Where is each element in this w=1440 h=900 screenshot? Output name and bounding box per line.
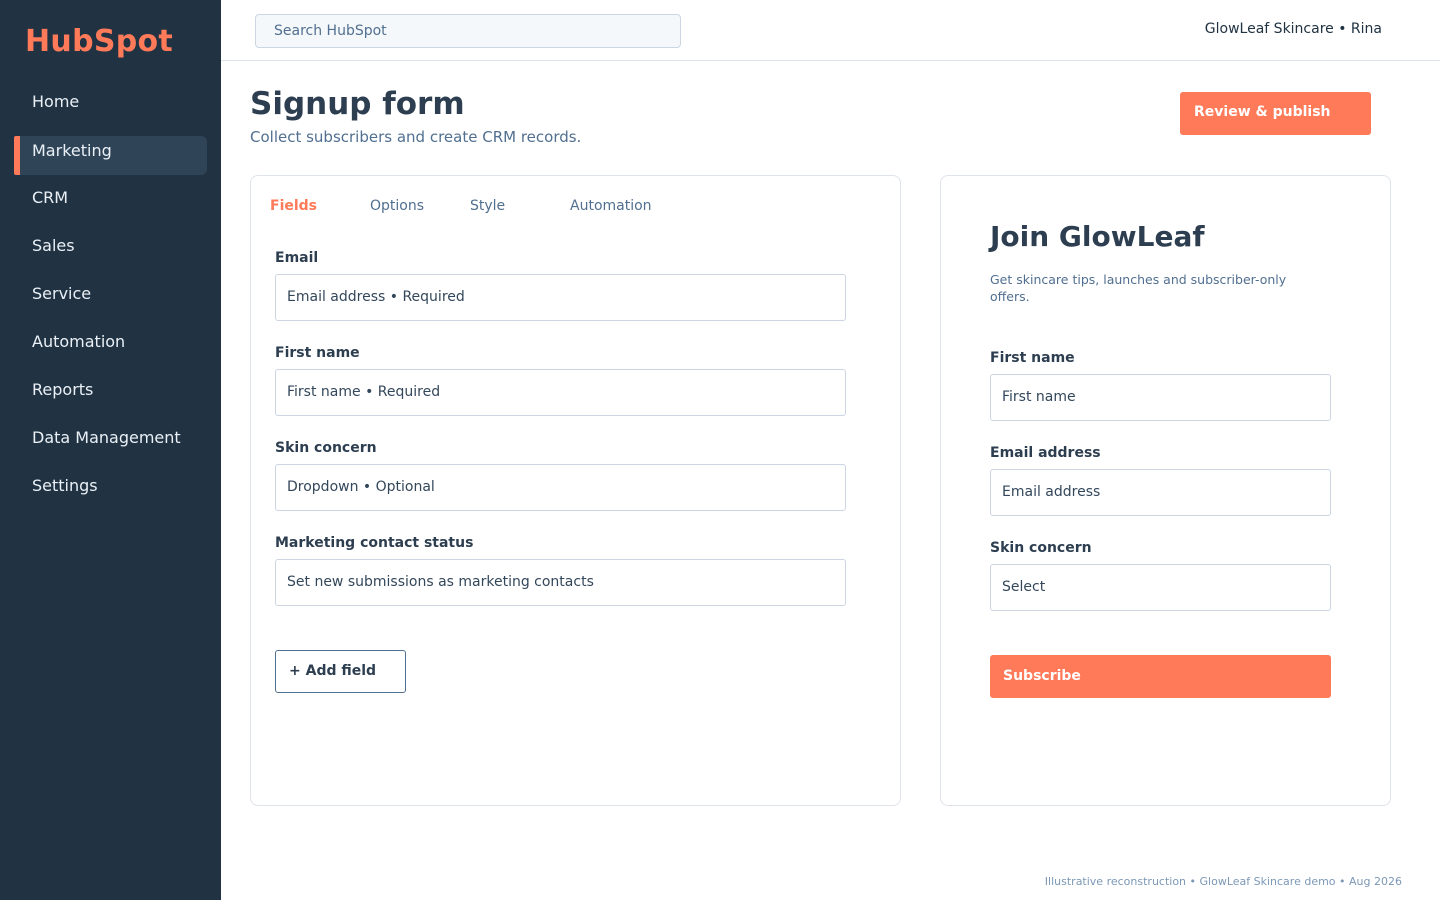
field-row-first-name[interactable]: First name • Required xyxy=(275,369,846,416)
sidebar-item-label: Service xyxy=(32,284,92,303)
sidebar-item-settings[interactable]: Settings xyxy=(14,466,207,505)
field-row-marketing-status[interactable]: Set new submissions as marketing contact… xyxy=(275,559,846,606)
field-summary: First name • Required xyxy=(287,384,441,400)
preview-skin-concern-select[interactable]: Select xyxy=(990,564,1331,611)
top-bar: GlowLeaf Skincare • Rina xyxy=(221,0,1440,61)
preview-label-first-name: First name xyxy=(990,350,1075,366)
subscribe-button[interactable]: Subscribe xyxy=(990,655,1331,698)
tab-fields[interactable]: Fields xyxy=(270,198,317,214)
preview-title: Join GlowLeaf xyxy=(990,220,1205,253)
tab-automation[interactable]: Automation xyxy=(570,198,652,214)
sidebar-item-label: Data Management xyxy=(32,428,181,447)
field-label-email: Email xyxy=(275,250,319,266)
sidebar-item-data-management[interactable]: Data Management xyxy=(14,418,207,457)
sidebar-item-marketing[interactable]: Marketing xyxy=(14,136,207,175)
select-placeholder: Select xyxy=(1002,579,1046,595)
sidebar-item-automation[interactable]: Automation xyxy=(14,322,207,361)
add-field-button[interactable]: + Add field xyxy=(275,650,406,693)
sidebar-item-label: Home xyxy=(32,92,80,111)
field-row-skin-concern[interactable]: Dropdown • Optional xyxy=(275,464,846,511)
field-label-first-name: First name xyxy=(275,345,360,361)
search-input[interactable] xyxy=(255,14,681,48)
sidebar-item-home[interactable]: Home xyxy=(14,82,207,121)
sidebar-item-label: Reports xyxy=(32,380,94,399)
input-placeholder: First name xyxy=(1002,389,1076,405)
page-title: Signup form xyxy=(250,86,465,122)
input-placeholder: Email address xyxy=(1002,484,1101,500)
sidebar-item-label: Settings xyxy=(32,476,98,495)
preview-description: Get skincare tips, launches and subscrib… xyxy=(990,272,1287,304)
sidebar-item-service[interactable]: Service xyxy=(14,274,207,313)
preview-label-email: Email address xyxy=(990,445,1101,461)
review-publish-button[interactable]: Review & publish xyxy=(1180,92,1371,135)
page-subtitle: Collect subscribers and create CRM recor… xyxy=(250,128,582,146)
hubspot-logo[interactable]: HubSpot xyxy=(25,24,173,59)
sidebar-item-label: Marketing xyxy=(32,141,112,160)
field-row-email[interactable]: Email address • Required xyxy=(275,274,846,321)
sidebar-item-sales[interactable]: Sales xyxy=(14,226,207,265)
form-editor-panel: Fields Options Style Automation Email Em… xyxy=(250,175,901,806)
sidebar-item-label: Sales xyxy=(32,236,75,255)
field-label-marketing-status: Marketing contact status xyxy=(275,535,474,551)
form-preview-panel: Join GlowLeaf Get skincare tips, launche… xyxy=(940,175,1391,806)
preview-label-skin-concern: Skin concern xyxy=(990,540,1092,556)
tab-options[interactable]: Options xyxy=(370,198,424,214)
field-summary: Email address • Required xyxy=(287,289,465,305)
sidebar: HubSpot Home Marketing CRM Sales Service… xyxy=(0,0,221,900)
sidebar-item-label: Automation xyxy=(32,332,126,351)
sidebar-item-reports[interactable]: Reports xyxy=(14,370,207,409)
footer-note: Illustrative reconstruction • GlowLeaf S… xyxy=(1044,875,1402,888)
field-summary: Dropdown • Optional xyxy=(287,479,435,495)
tab-style[interactable]: Style xyxy=(470,198,505,214)
preview-first-name-input[interactable]: First name xyxy=(990,374,1331,421)
account-menu[interactable]: GlowLeaf Skincare • Rina xyxy=(1205,21,1382,37)
field-label-skin-concern: Skin concern xyxy=(275,440,377,456)
field-summary: Set new submissions as marketing contact… xyxy=(287,574,594,590)
preview-email-input[interactable]: Email address xyxy=(990,469,1331,516)
sidebar-item-crm[interactable]: CRM xyxy=(14,178,207,217)
sidebar-item-label: CRM xyxy=(32,188,69,207)
